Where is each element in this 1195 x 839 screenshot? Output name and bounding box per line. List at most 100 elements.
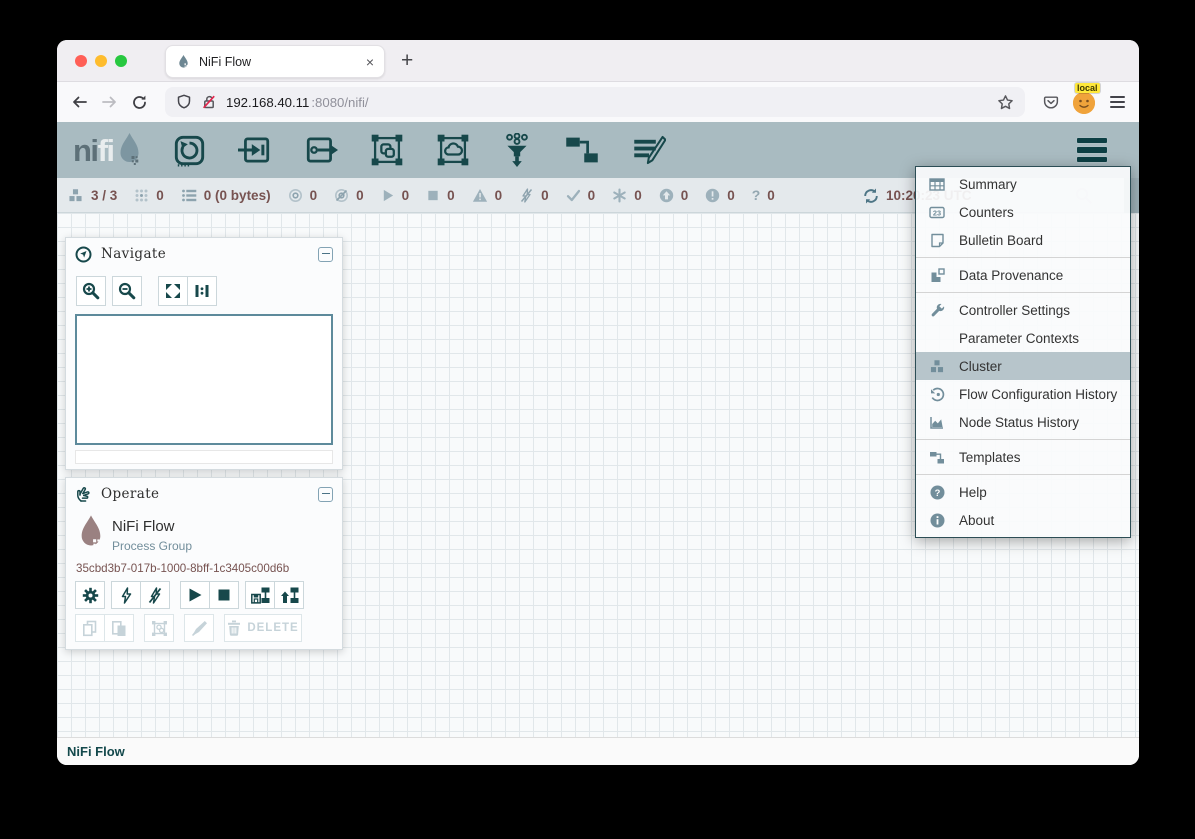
remote-process-group-component-icon[interactable]: [436, 133, 470, 167]
not-transmitting-icon: [334, 188, 349, 203]
arrow-up-circle-icon: [659, 188, 674, 203]
template-icon: [928, 450, 946, 465]
tab-title: NiFi Flow: [199, 55, 358, 69]
menu-item-help[interactable]: ? Help: [916, 478, 1130, 506]
menu-item-about[interactable]: About: [916, 506, 1130, 534]
url-bar[interactable]: 192.168.40.11 :8080/nifi/: [165, 87, 1025, 117]
selected-component-id: 35cbd3b7-017b-1000-8bff-1c3405c00d6b: [76, 562, 289, 575]
browser-tab[interactable]: NiFi Flow ×: [165, 45, 385, 78]
menu-item-parameter-contexts[interactable]: Parameter Contexts: [916, 324, 1130, 352]
processor-component-icon[interactable]: [173, 134, 206, 167]
svg-text:?: ?: [934, 486, 940, 497]
menu-divider: [916, 474, 1130, 475]
zoom-out-button[interactable]: [112, 276, 142, 306]
birdseye-minimap[interactable]: [75, 314, 333, 445]
exclamation-circle-icon: [705, 188, 720, 203]
back-icon[interactable]: [71, 94, 88, 110]
upload-template-button[interactable]: [274, 581, 304, 609]
navigate-title: Navigate: [101, 246, 166, 262]
menu-item-bulletin-board[interactable]: Bulletin Board: [916, 226, 1130, 254]
birdseye-brush[interactable]: [75, 450, 333, 464]
browser-menu-icon[interactable]: [1110, 96, 1125, 108]
status-sync-failure: ? 0: [752, 188, 775, 203]
pocket-icon[interactable]: [1042, 94, 1060, 111]
stop-button[interactable]: [209, 581, 239, 609]
menu-divider: [916, 257, 1130, 258]
status-active-threads: 0: [134, 188, 164, 203]
operate-actions-row1: [75, 581, 304, 609]
menu-item-counters[interactable]: 23 Counters: [916, 198, 1130, 226]
delete-button[interactable]: DELETE: [224, 614, 302, 642]
group-selection-button[interactable]: [144, 614, 174, 642]
status-locally-modified: 0: [612, 188, 642, 203]
status-stale: 0: [659, 188, 689, 203]
navigate-header: Navigate: [66, 238, 342, 270]
global-menu-icon[interactable]: [1077, 138, 1107, 163]
zoom-window-button[interactable]: [115, 55, 127, 67]
close-tab-icon[interactable]: ×: [366, 55, 374, 69]
collapse-navigate-button[interactable]: [318, 247, 333, 262]
navigate-compass-icon: [75, 246, 92, 263]
forward-icon[interactable]: [101, 94, 118, 110]
close-window-button[interactable]: [75, 55, 87, 67]
start-button[interactable]: [180, 581, 210, 609]
menu-item-cluster[interactable]: Cluster: [916, 352, 1130, 380]
minimize-window-button[interactable]: [95, 55, 107, 67]
browser-tab-bar: NiFi Flow × +: [57, 40, 1139, 82]
zoom-in-button[interactable]: [76, 276, 106, 306]
paste-button[interactable]: [104, 614, 134, 642]
menu-item-data-provenance[interactable]: Data Provenance: [916, 261, 1130, 289]
wrench-icon: [928, 303, 946, 318]
save-template-button[interactable]: [245, 581, 275, 609]
status-not-transmitting: 0: [334, 188, 364, 203]
status-queued: 0 (0 bytes): [181, 188, 271, 203]
svg-text:23: 23: [933, 208, 941, 217]
asterisk-icon: [612, 188, 627, 203]
url-host: 192.168.40.11: [226, 95, 309, 110]
menu-item-templates[interactable]: Templates: [916, 443, 1130, 471]
nifi-logo-text-fi: fi: [98, 135, 114, 166]
output-port-component-icon[interactable]: [304, 134, 338, 166]
collapse-operate-button[interactable]: [318, 487, 333, 502]
zoom-actual-size-button[interactable]: [187, 276, 217, 306]
about-info-icon: [928, 513, 946, 528]
disable-bolt-slash-button[interactable]: [140, 581, 170, 609]
menu-item-controller-settings[interactable]: Controller Settings: [916, 296, 1130, 324]
new-tab-button[interactable]: +: [401, 49, 413, 73]
status-disabled: 0: [519, 188, 549, 203]
reload-icon[interactable]: [131, 94, 148, 111]
tracking-shield-icon[interactable]: [176, 94, 192, 110]
breadcrumb-process-group[interactable]: NiFi Flow: [67, 744, 125, 759]
status-locally-modified-and-stale: 0: [705, 188, 735, 203]
disabled-bolt-icon: [519, 188, 534, 203]
template-component-icon[interactable]: [564, 134, 600, 166]
navigate-palette: Navigate: [65, 237, 343, 470]
cluster-cubes-icon: [928, 359, 946, 374]
running-icon: [381, 188, 395, 203]
color-brush-button[interactable]: [184, 614, 214, 642]
copy-button[interactable]: [75, 614, 105, 642]
zoom-fit-button[interactable]: [158, 276, 188, 306]
profile-avatar[interactable]: local: [1073, 90, 1097, 114]
refresh-icon[interactable]: [863, 188, 879, 204]
label-component-icon[interactable]: [632, 133, 666, 167]
window-controls: [75, 55, 127, 67]
status-up-to-date: 0: [566, 188, 596, 203]
menu-item-summary[interactable]: Summary: [916, 170, 1130, 198]
process-group-component-icon[interactable]: [370, 133, 404, 167]
data-provenance-icon: [928, 268, 946, 283]
input-port-component-icon[interactable]: [238, 134, 272, 166]
menu-item-flow-configuration-history[interactable]: Flow Configuration History: [916, 380, 1130, 408]
insecure-lock-icon[interactable]: [201, 94, 217, 110]
menu-item-node-status-history[interactable]: Node Status History: [916, 408, 1130, 436]
history-icon: [928, 387, 946, 402]
status-clustered-nodes: 3 / 3: [67, 188, 117, 203]
delete-label: DELETE: [247, 622, 298, 634]
enable-bolt-button[interactable]: [111, 581, 141, 609]
selected-component-name: NiFi Flow: [112, 518, 175, 535]
configure-gear-button[interactable]: [75, 581, 105, 609]
bookmark-star-icon[interactable]: [997, 94, 1014, 111]
navigate-buttons: [76, 276, 217, 306]
funnel-component-icon[interactable]: [502, 133, 532, 167]
queued-list-icon: [181, 188, 197, 203]
